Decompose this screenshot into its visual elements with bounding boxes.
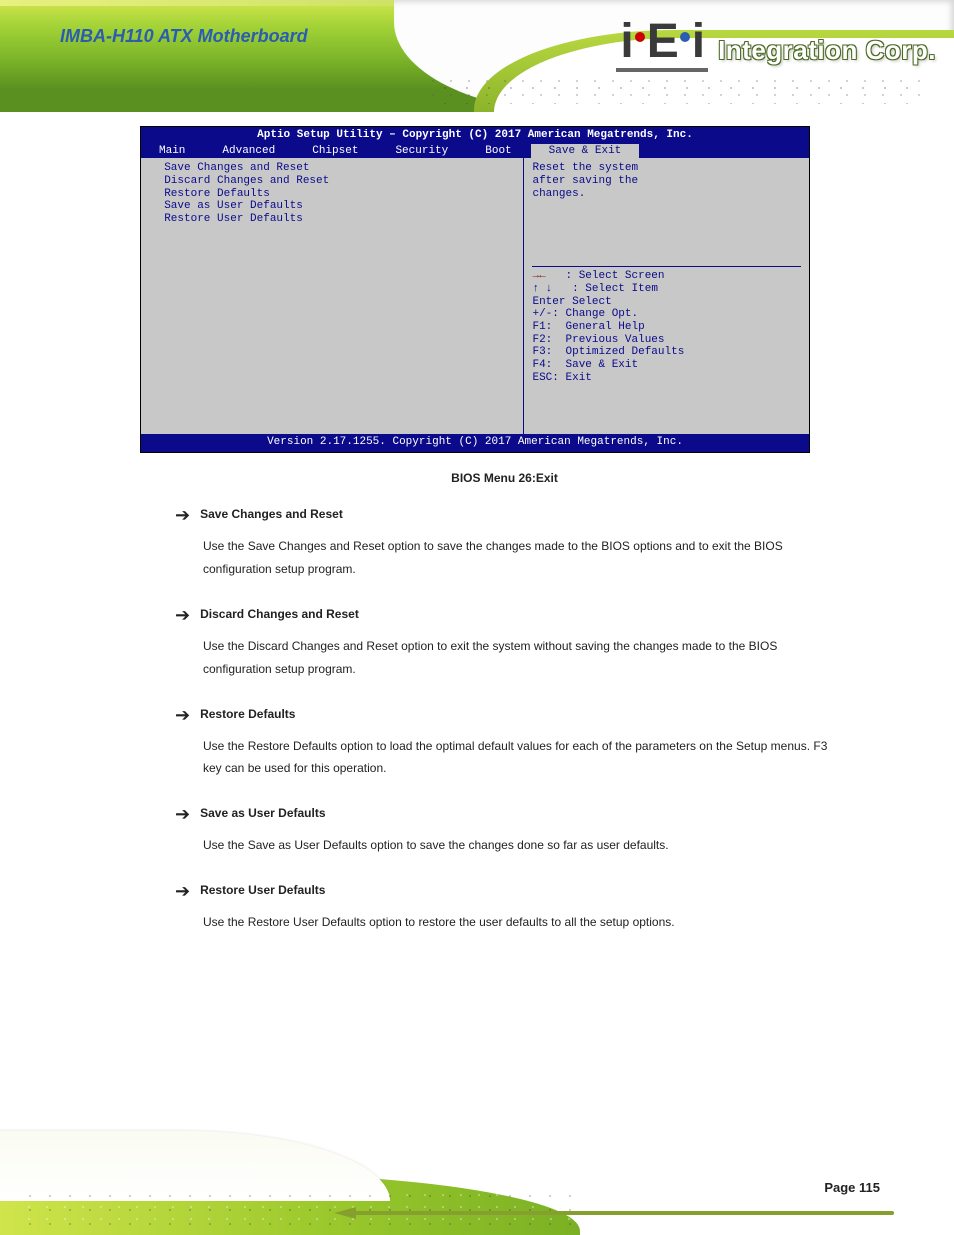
- logo-dot-blue-icon: [680, 32, 690, 42]
- option-entry: ➔ Save Changes and Reset Use the Save Ch…: [175, 507, 834, 581]
- bios-left-pane: Save Changes and Reset Discard Changes a…: [141, 158, 524, 433]
- bios-left-line: Discard Changes and Reset: [151, 175, 513, 188]
- bios-tab-chipset: Chipset: [294, 144, 377, 159]
- bullet-arrow-icon: ➔: [175, 882, 190, 900]
- bios-help-line: F3: Optimized Defaults: [532, 346, 801, 359]
- option-entry: ➔ Restore User Defaults Use the Restore …: [175, 883, 834, 934]
- brand-text: Integration Corp.: [718, 35, 936, 66]
- bullet-arrow-icon: ➔: [175, 506, 190, 524]
- figure-caption: BIOS Menu 26:Exit: [175, 471, 834, 485]
- option-description: Use the Save Changes and Reset option to…: [203, 535, 834, 581]
- bios-help-line: F1: General Help: [532, 321, 801, 334]
- bios-left-pad: [151, 289, 513, 302]
- option-title: Restore Defaults: [200, 707, 295, 721]
- bullet-arrow-icon: ➔: [175, 706, 190, 724]
- bios-left-pad: [151, 390, 513, 403]
- bios-left-pad: [151, 377, 513, 390]
- bios-help-line: ESC: Exit: [532, 372, 801, 385]
- bios-help-line: F4: Save & Exit: [532, 359, 801, 372]
- bios-left-pad: [151, 301, 513, 314]
- bios-left-pad: [151, 276, 513, 289]
- option-title: Discard Changes and Reset: [200, 607, 359, 621]
- bios-tab-save-exit: Save & Exit: [531, 144, 641, 159]
- iei-logo: i E i: [616, 18, 708, 72]
- page-content: BIOS Menu 26:Exit ➔ Save Changes and Res…: [175, 471, 834, 933]
- bios-menu-tabs: Main Advanced Chipset Security Boot Save…: [141, 144, 809, 159]
- bios-tab-security: Security: [377, 144, 467, 159]
- option-description: Use the Discard Changes and Reset option…: [203, 635, 834, 681]
- bios-right-hint: Reset the system: [532, 162, 801, 175]
- bullet-arrow-icon: ➔: [175, 606, 190, 624]
- bios-left-line: Save as User Defaults: [151, 200, 513, 213]
- bios-help-line: +/-: Change Opt.: [532, 308, 801, 321]
- footer-banner: Page 115: [0, 1115, 954, 1235]
- logo-dot-red-icon: [635, 32, 645, 42]
- bios-left-pad: [151, 263, 513, 276]
- bios-left-pad: [151, 352, 513, 365]
- bios-setup-title: Aptio Setup Utility – Copyright (C) 2017…: [141, 127, 809, 144]
- bios-help-line: F2: Previous Values: [532, 334, 801, 347]
- page-number: Page 115: [824, 1180, 880, 1195]
- document-title: IMBA-H110 ATX Motherboard: [60, 26, 308, 47]
- bullet-arrow-icon: ➔: [175, 805, 190, 823]
- iei-logo-text: i: [692, 18, 704, 66]
- bios-right-pad: [532, 251, 801, 264]
- bios-left-pad: [151, 327, 513, 340]
- option-title: Save Changes and Reset: [200, 507, 343, 521]
- bios-left-line: Restore User Defaults: [151, 213, 513, 226]
- bios-screenshot: Aptio Setup Utility – Copyright (C) 2017…: [140, 126, 810, 453]
- bios-tab-boot: Boot: [467, 144, 530, 159]
- bios-right-hint: changes.: [532, 188, 801, 201]
- bios-left-pad: [151, 314, 513, 327]
- option-description: Use the Save as User Defaults option to …: [203, 834, 834, 857]
- bios-tab-advanced: Advanced: [204, 144, 294, 159]
- bios-left-pad: [151, 225, 513, 238]
- iei-logo-text: i: [620, 18, 632, 66]
- arrow-lr-icon: →←: [532, 270, 545, 282]
- option-description: Use the Restore Defaults option to load …: [203, 735, 834, 781]
- bios-help-line: →← : Select Screen: [532, 270, 801, 283]
- header-banner: IMBA-H110 ATX Motherboard i E i Integrat…: [0, 0, 954, 112]
- footer-accent-line: [354, 1211, 894, 1215]
- bios-left-pad: [151, 238, 513, 251]
- bios-tab-main: Main: [141, 144, 204, 159]
- option-entry: ➔ Save as User Defaults Use the Save as …: [175, 806, 834, 857]
- option-title: Restore User Defaults: [200, 883, 325, 897]
- bios-left-line: Save Changes and Reset: [151, 162, 513, 175]
- bios-right-pad: [532, 225, 801, 238]
- bios-right-pad: [532, 200, 801, 213]
- bios-right-pane: Reset the system after saving the change…: [524, 158, 809, 433]
- bios-left-line: Restore Defaults: [151, 188, 513, 201]
- arrow-ud-icon: ↑ ↓: [532, 283, 552, 295]
- footer-dot-pattern: [20, 1189, 580, 1229]
- bios-help-text: : Select Screen: [546, 270, 665, 282]
- bios-footer-version: Version 2.17.1255. Copyright (C) 2017 Am…: [141, 434, 809, 453]
- bios-help-line: ↑ ↓ : Select Item: [532, 283, 801, 296]
- bios-right-divider: [532, 266, 801, 267]
- bios-body: Save Changes and Reset Discard Changes a…: [141, 158, 809, 433]
- bios-left-pad: [151, 251, 513, 264]
- option-entry: ➔ Restore Defaults Use the Restore Defau…: [175, 707, 834, 781]
- bios-right-pad: [532, 213, 801, 226]
- brand-logo-block: i E i Integration Corp.: [616, 18, 936, 72]
- bios-help-text: : Select Item: [552, 283, 658, 295]
- bios-right-pad: [532, 238, 801, 251]
- bios-left-pad: [151, 339, 513, 352]
- option-description: Use the Restore User Defaults option to …: [203, 911, 834, 934]
- option-title: Save as User Defaults: [200, 806, 325, 820]
- iei-logo-text: E: [647, 18, 678, 66]
- bios-left-pad: [151, 415, 513, 428]
- bios-right-hint: after saving the: [532, 175, 801, 188]
- header-dot-pattern: [424, 74, 924, 104]
- option-entry: ➔ Discard Changes and Reset Use the Disc…: [175, 607, 834, 681]
- bios-help-line: Enter Select: [532, 296, 801, 309]
- bios-left-pad: [151, 402, 513, 415]
- bios-left-pad: [151, 365, 513, 378]
